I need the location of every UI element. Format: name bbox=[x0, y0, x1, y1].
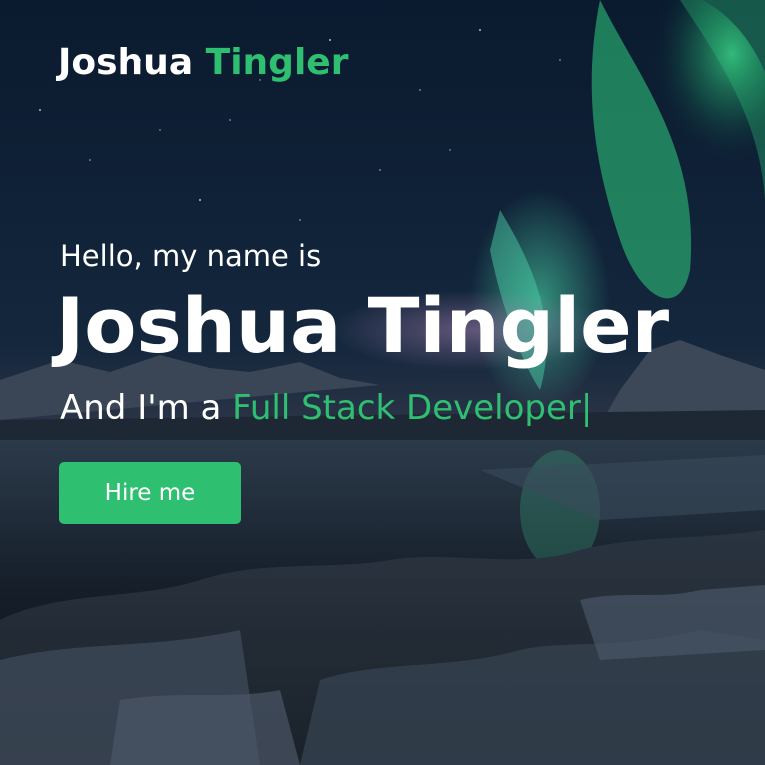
site-logo[interactable]: Joshua Tingler bbox=[58, 38, 348, 88]
background-aurora-image bbox=[0, 0, 765, 765]
role-line: And I'm a Full Stack Developer| bbox=[60, 384, 592, 432]
logo-first-name: Joshua bbox=[58, 42, 194, 83]
hire-me-button[interactable]: Hire me bbox=[59, 462, 241, 524]
role-typed-text: Full Stack Developer bbox=[232, 388, 581, 428]
logo-last-name: Tingler bbox=[205, 42, 349, 83]
hero-name-heading: Joshua Tingler bbox=[56, 281, 670, 370]
typing-cursor: | bbox=[580, 388, 593, 428]
greeting-text: Hello, my name is bbox=[60, 239, 322, 273]
hero-section: Joshua Tingler Hello, my name is Joshua … bbox=[0, 0, 765, 765]
role-prefix: And I'm a bbox=[60, 388, 222, 428]
